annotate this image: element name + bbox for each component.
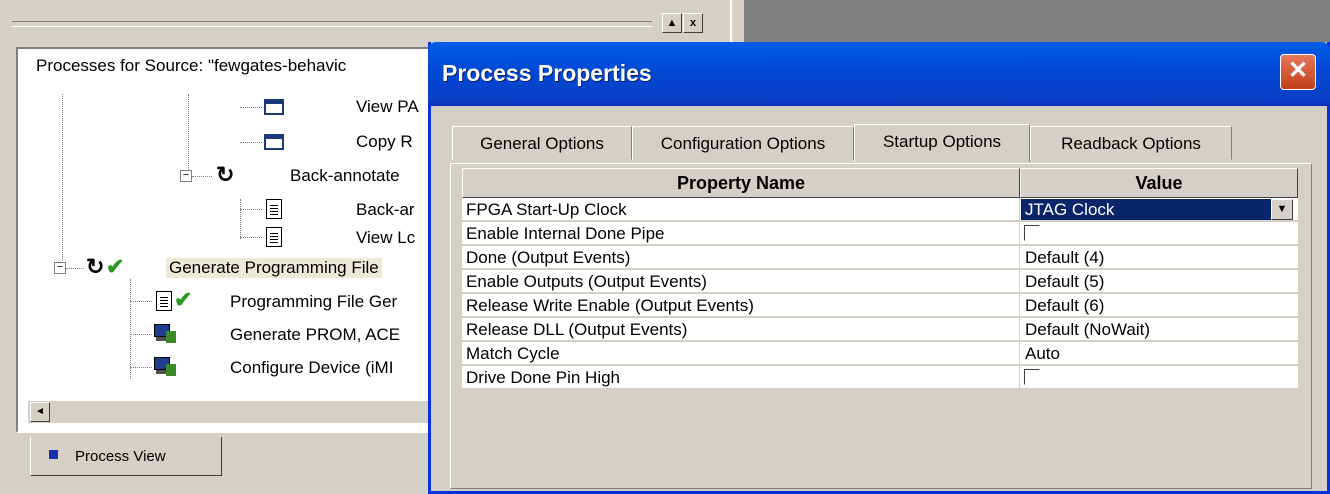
pane-close-button[interactable]: x	[683, 13, 703, 33]
column-header-property-name[interactable]: Property Name	[462, 168, 1020, 198]
property-row[interactable]: Drive Done Pin High	[462, 366, 1298, 389]
property-row[interactable]: Done (Output Events) Default (4)	[462, 246, 1298, 269]
check-icon: ✔	[106, 254, 125, 279]
select-value: JTAG Clock	[1025, 200, 1115, 219]
tree-guide	[62, 94, 63, 269]
tree-guide	[130, 334, 152, 335]
tree-item-back-ar[interactable]: Back-ar	[356, 200, 415, 220]
property-name: Done (Output Events)	[466, 248, 631, 267]
drive-done-pin-high-checkbox[interactable]	[1024, 369, 1040, 385]
window-icon	[264, 99, 284, 115]
document-icon	[266, 199, 282, 219]
property-name: Match Cycle	[466, 344, 560, 363]
property-name: Enable Internal Done Pipe	[466, 224, 665, 243]
property-row[interactable]: Enable Internal Done Pipe	[462, 222, 1298, 245]
cycle-icon: ↻	[86, 254, 105, 279]
computer-icon	[154, 324, 176, 346]
property-row[interactable]: Enable Outputs (Output Events) Default (…	[462, 270, 1298, 293]
close-button[interactable]: ✕	[1280, 54, 1316, 90]
column-header-value[interactable]: Value	[1020, 168, 1298, 198]
startup-clock-select[interactable]: JTAG Clock ▼	[1021, 199, 1293, 220]
tree-item-view-pa[interactable]: View PA	[356, 97, 419, 117]
tree-guide	[130, 301, 152, 302]
property-name: FPGA Start-Up Clock	[466, 200, 627, 219]
tab-general-options[interactable]: General Options	[452, 126, 632, 160]
cycle-icon: ↻	[216, 162, 235, 187]
tab-startup-options[interactable]: Startup Options	[854, 124, 1030, 162]
dialog-title: Process Properties	[442, 60, 652, 86]
tree-guide	[130, 367, 152, 368]
tree-guide	[240, 209, 262, 210]
window-icon	[264, 134, 284, 150]
property-name: Release DLL (Output Events)	[466, 320, 688, 339]
tab-readback-options[interactable]: Readback Options	[1030, 126, 1232, 160]
tree-guide	[240, 199, 241, 239]
tree-guide	[240, 237, 262, 238]
tree-expander[interactable]: −	[54, 262, 66, 274]
property-value[interactable]: Default (5)	[1025, 270, 1104, 293]
property-row[interactable]: Release Write Enable (Output Events) Def…	[462, 294, 1298, 317]
toolbar-gripper[interactable]	[12, 21, 652, 27]
tree-item-generate-prom[interactable]: Generate PROM, ACE	[230, 325, 400, 345]
tree-guide	[192, 176, 212, 177]
property-name: Release Write Enable (Output Events)	[466, 296, 754, 315]
tree-header: Processes for Source: "fewgates-behavic	[36, 56, 347, 75]
tree-expander[interactable]: −	[180, 170, 192, 182]
property-value[interactable]: Auto	[1025, 342, 1060, 365]
computer-icon	[154, 357, 176, 379]
property-value[interactable]: Default (NoWait)	[1025, 318, 1150, 341]
tab-configuration-options[interactable]: Configuration Options	[632, 126, 854, 160]
pane-up-button[interactable]: ▲	[662, 13, 682, 33]
property-value[interactable]: Default (6)	[1025, 294, 1104, 317]
tab-process-view[interactable]: Process View	[30, 437, 222, 476]
tree-item-back-annotate[interactable]: Back-annotate	[290, 166, 400, 186]
tree-guide	[240, 142, 262, 143]
tree-item-programming-file-gen[interactable]: Programming File Ger	[230, 292, 397, 312]
pane-toolbar: ▲ x	[12, 10, 710, 38]
scroll-left-arrow-icon[interactable]: ◄	[30, 402, 50, 422]
property-value[interactable]: Default (4)	[1025, 246, 1104, 269]
tree-guide	[240, 107, 262, 108]
tree-guide	[188, 94, 189, 174]
tree-guide	[130, 279, 131, 379]
column-divider	[1019, 198, 1020, 390]
tree-item-view-log[interactable]: View Lc	[356, 228, 415, 248]
document-icon	[266, 227, 282, 247]
process-properties-dialog: Process Properties ✕ General Options Con…	[428, 42, 1330, 494]
tree-item-configure-device[interactable]: Configure Device (iMI	[230, 358, 393, 378]
tree-item-generate-programming-file[interactable]: Generate Programming File	[166, 258, 382, 278]
tab-label: Process View	[75, 448, 166, 465]
process-view-icon	[49, 450, 58, 459]
property-row[interactable]: Release DLL (Output Events) Default (NoW…	[462, 318, 1298, 341]
property-row[interactable]: FPGA Start-Up Clock JTAG Clock ▼	[462, 198, 1298, 221]
property-grid[interactable]: Property Name Value FPGA Start-Up Clock …	[462, 168, 1298, 460]
document-icon	[156, 291, 172, 311]
check-icon: ✔	[174, 287, 193, 312]
property-name: Drive Done Pin High	[466, 368, 621, 387]
tree-guide	[66, 268, 84, 269]
dropdown-arrow-icon[interactable]: ▼	[1271, 199, 1293, 220]
property-row[interactable]: Match Cycle Auto	[462, 342, 1298, 365]
enable-internal-done-pipe-checkbox[interactable]	[1024, 225, 1040, 241]
dialog-title-bar[interactable]: Process Properties ✕	[428, 42, 1330, 106]
tree-item-copy[interactable]: Copy R	[356, 132, 413, 152]
horizontal-scrollbar[interactable]: ◄	[28, 400, 438, 423]
property-name: Enable Outputs (Output Events)	[466, 272, 707, 291]
